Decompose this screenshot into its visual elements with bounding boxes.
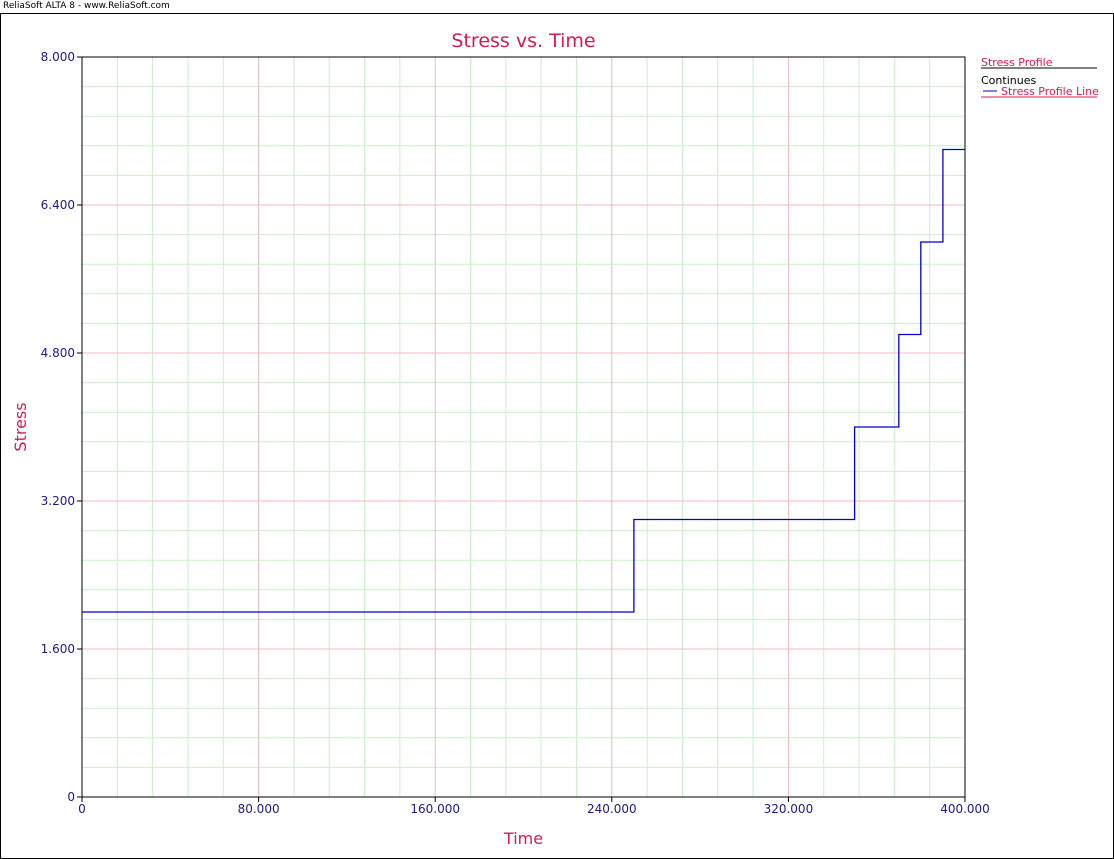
x-tick-label: 80.000 [238, 802, 280, 816]
y-tick-label: 8.000 [41, 50, 75, 64]
x-tick-label: 240.000 [587, 802, 637, 816]
y-axis-ticks: 0 1.600 3.200 4.800 6.400 8.000 [41, 50, 82, 804]
y-axis-title: Stress [11, 402, 30, 451]
minor-grid [82, 57, 965, 797]
x-tick-label: 320.000 [764, 802, 814, 816]
y-tick-label: 6.400 [41, 198, 75, 212]
x-axis-ticks: 0 80.000 160.000 240.000 320.000 400.000 [78, 797, 990, 816]
x-axis-title: Time [503, 829, 543, 848]
legend: Stress Profile Continues Stress Profile … [981, 56, 1099, 98]
y-tick-label: 4.800 [41, 346, 75, 360]
stress-profile-line [82, 148, 965, 613]
y-tick-label: 0 [67, 790, 75, 804]
chart-title: Stress vs. Time [451, 30, 595, 52]
major-grid [82, 57, 965, 797]
x-tick-label: 160.000 [410, 802, 460, 816]
x-tick-label: 400.000 [940, 802, 990, 816]
y-tick-label: 3.200 [41, 494, 75, 508]
x-tick-label: 0 [78, 802, 86, 816]
plot-area-border [81, 56, 966, 798]
legend-header: Stress Profile [981, 56, 1053, 69]
y-tick-label: 1.600 [41, 642, 75, 656]
legend-series-label: Stress Profile Line [1001, 85, 1099, 98]
series-group [82, 148, 965, 613]
stress-vs-time-chart: 0 1.600 3.200 4.800 6.400 8.000 0 80.000 160.00… [11, 30, 1099, 848]
